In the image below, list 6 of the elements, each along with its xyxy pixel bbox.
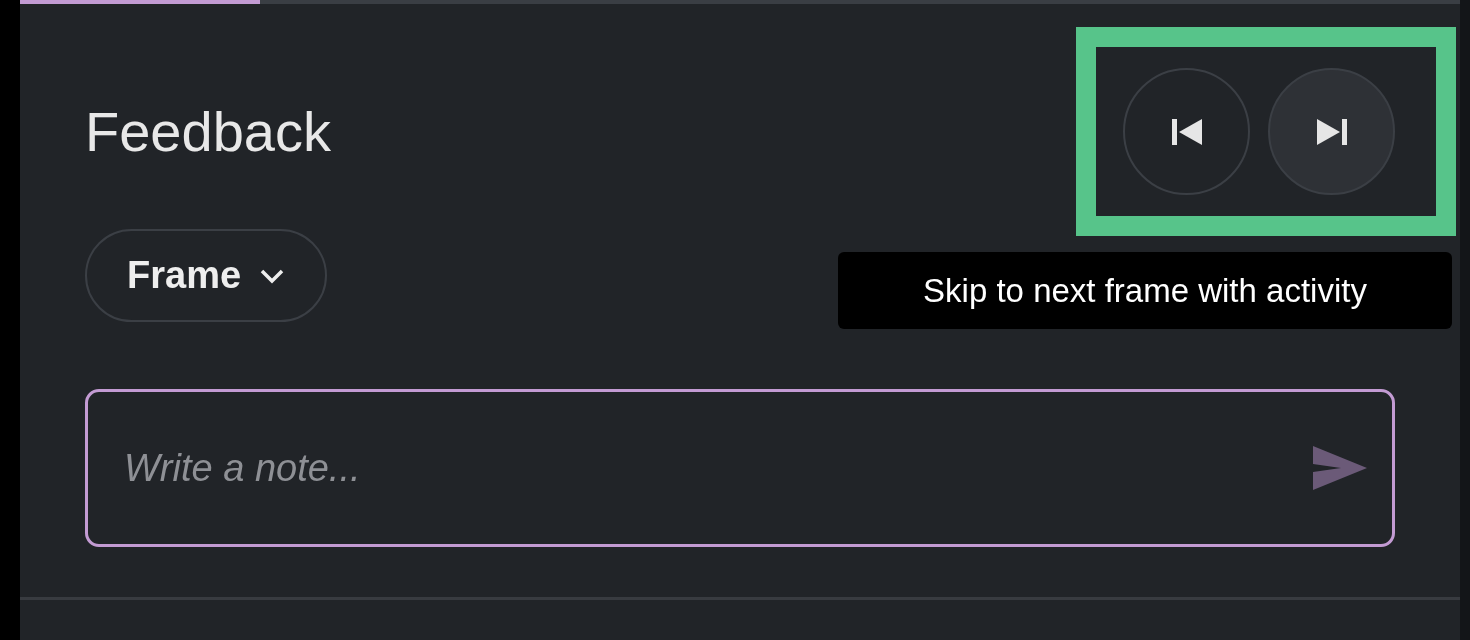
panel-title: Feedback: [85, 99, 331, 164]
frame-dropdown[interactable]: Frame: [85, 229, 328, 322]
chevron-down-icon: [259, 267, 286, 284]
send-icon[interactable]: [1311, 444, 1369, 492]
note-field[interactable]: Write a note...: [85, 389, 1395, 547]
tooltip: Skip to next frame with activity: [838, 252, 1452, 329]
